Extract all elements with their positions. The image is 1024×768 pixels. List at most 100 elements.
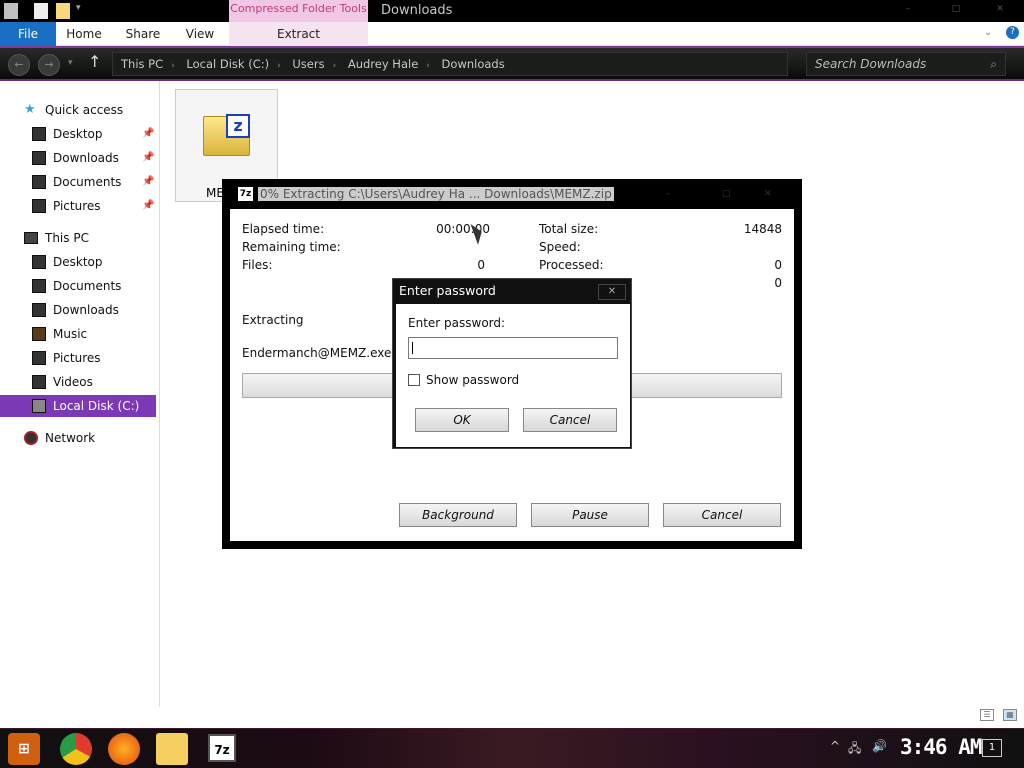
nav-pc-downloads[interactable]: Downloads — [0, 299, 156, 321]
compressed-folder-tools-tab: Compressed Folder Tools — [229, 0, 368, 22]
nav-quick-downloads[interactable]: Downloads 📌 — [0, 147, 156, 169]
breadcrumb-this-pc[interactable]: This PC — [121, 57, 163, 71]
pause-button[interactable]: Pause — [531, 503, 649, 527]
large-icons-view-icon[interactable]: ▦ — [1003, 709, 1017, 721]
pictures-icon — [32, 351, 46, 365]
quick-access-dropdown-icon[interactable]: ▾ — [76, 3, 90, 19]
window-title: Downloads — [381, 3, 453, 18]
nav-pc-music[interactable]: Music — [0, 323, 156, 345]
maximize-button[interactable]: □ — [946, 4, 966, 16]
current-file-name: Endermanch@MEMZ.exe — [242, 346, 392, 360]
pin-icon: 📌 — [142, 200, 155, 211]
cancel-extract-button[interactable]: Cancel — [663, 503, 781, 527]
properties-icon[interactable] — [34, 3, 48, 19]
nav-quick-desktop[interactable]: Desktop 📌 — [0, 123, 156, 145]
processed-value: 0 — [774, 258, 782, 272]
back-button[interactable]: ← — [8, 54, 30, 76]
password-dialog-body: Enter password: Show password OK Cancel — [396, 304, 630, 447]
tab-view[interactable]: View — [178, 22, 222, 46]
firefox-icon[interactable] — [108, 733, 140, 765]
progress-window-title: 0% Extracting C:\Users\Audrey Ha ... Dow… — [258, 187, 614, 201]
7zip-logo-icon: 7z — [238, 187, 253, 201]
breadcrumb-user-folder[interactable]: Audrey Hale — [348, 57, 418, 71]
downloads-icon — [32, 151, 46, 165]
text-caret — [412, 342, 413, 354]
pictures-icon — [32, 199, 46, 213]
videos-icon — [32, 375, 46, 389]
clock[interactable]: 3:46 AM — [900, 735, 983, 759]
address-toolbar: ← → ▾ ↑ This PC › Local Disk (C:) › Users ›… — [0, 46, 1024, 81]
navigation-pane: ★ Quick access Desktop 📌 Downloads 📌 Doc… — [0, 81, 160, 707]
background-button[interactable]: Background — [399, 503, 517, 527]
pin-icon: 📌 — [142, 176, 155, 187]
progress-maximize-button[interactable]: □ — [722, 189, 740, 199]
password-input[interactable] — [408, 337, 618, 359]
breadcrumb-users[interactable]: Users — [292, 57, 324, 71]
new-folder-icon[interactable] — [56, 3, 70, 19]
desktop-icon — [32, 255, 46, 269]
search-icon: ⌕ — [990, 57, 997, 71]
start-button[interactable]: ⊞ — [8, 733, 40, 765]
nav-pc-pictures[interactable]: Pictures — [0, 347, 156, 369]
7zip-taskbar-icon[interactable]: 7z — [208, 734, 236, 762]
volume-icon[interactable]: 🔊 — [872, 739, 887, 753]
remaining-time-label: Remaining time: — [242, 240, 341, 254]
extracting-label: Extracting — [242, 313, 304, 327]
minimize-button[interactable]: – — [898, 4, 918, 16]
nav-quick-documents[interactable]: Documents 📌 — [0, 171, 156, 193]
nav-pc-desktop[interactable]: Desktop — [0, 251, 156, 273]
nav-quick-pictures[interactable]: Pictures 📌 — [0, 195, 156, 217]
desktop-icon — [32, 127, 46, 141]
breadcrumb[interactable]: This PC › Local Disk (C:) › Users › Audrey … — [112, 52, 788, 76]
processed-label: Processed: — [539, 258, 604, 272]
music-icon — [32, 327, 46, 341]
file-explorer-icon[interactable] — [156, 733, 188, 765]
network-tray-icon[interactable]: 🖧 — [848, 739, 861, 760]
nav-pc-local-disk[interactable]: Local Disk (C:) — [0, 395, 156, 417]
documents-icon — [32, 279, 46, 293]
tab-share[interactable]: Share — [118, 22, 168, 46]
computer-icon — [24, 232, 38, 244]
ok-button[interactable]: OK — [415, 408, 509, 432]
recent-locations-icon[interactable]: ▾ — [68, 58, 73, 68]
show-password-checkbox[interactable] — [408, 374, 420, 386]
downloads-icon — [32, 303, 46, 317]
close-button[interactable]: ✕ — [990, 4, 1010, 16]
nav-quick-access[interactable]: ★ Quick access — [0, 99, 156, 121]
total-size-value: 14848 — [743, 222, 782, 236]
drive-icon — [32, 399, 46, 413]
elapsed-time-label: Elapsed time: — [242, 222, 325, 236]
password-dialog: Enter password ✕ Enter password: Show pa… — [392, 278, 632, 449]
password-dialog-close-button[interactable]: ✕ — [598, 284, 626, 300]
breadcrumb-local-disk[interactable]: Local Disk (C:) — [186, 57, 269, 71]
tab-home[interactable]: Home — [60, 22, 108, 46]
tab-file[interactable]: File — [0, 22, 56, 46]
window-title-bar: ▾ Compressed Folder Tools Downloads – □ … — [0, 0, 1024, 22]
details-view-icon[interactable]: ☰ — [980, 709, 994, 721]
ribbon-expand-icon[interactable]: ⌄ — [984, 27, 992, 38]
progress-close-button[interactable]: ✕ — [764, 189, 782, 199]
star-icon: ★ — [24, 102, 36, 117]
chrome-icon[interactable] — [60, 733, 92, 765]
password-prompt-label: Enter password: — [408, 316, 506, 330]
app-icon[interactable] — [4, 3, 18, 19]
forward-button[interactable]: → — [38, 54, 60, 76]
documents-icon — [32, 175, 46, 189]
show-hidden-icons-icon[interactable]: ^ — [830, 739, 840, 753]
show-password-label: Show password — [426, 373, 520, 387]
nav-pc-documents[interactable]: Documents — [0, 275, 156, 297]
search-input[interactable]: Search Downloads ⌕ — [806, 52, 1006, 76]
files-value: 0 — [477, 258, 485, 272]
tab-extract[interactable]: Extract — [229, 22, 368, 46]
notifications-icon[interactable]: 1 — [982, 739, 1002, 757]
progress-minimize-button[interactable]: – — [666, 189, 684, 199]
password-dialog-title: Enter password — [399, 283, 496, 298]
up-arrow-icon[interactable]: ↑ — [88, 52, 101, 71]
nav-this-pc[interactable]: This PC — [0, 227, 156, 249]
help-icon[interactable]: ? — [1006, 26, 1019, 39]
cancel-password-button[interactable]: Cancel — [523, 408, 617, 432]
breadcrumb-downloads[interactable]: Downloads — [442, 57, 505, 71]
nav-pc-videos[interactable]: Videos — [0, 371, 156, 393]
nav-network[interactable]: Network — [0, 427, 156, 449]
compressed-size-value: 0 — [774, 276, 782, 290]
